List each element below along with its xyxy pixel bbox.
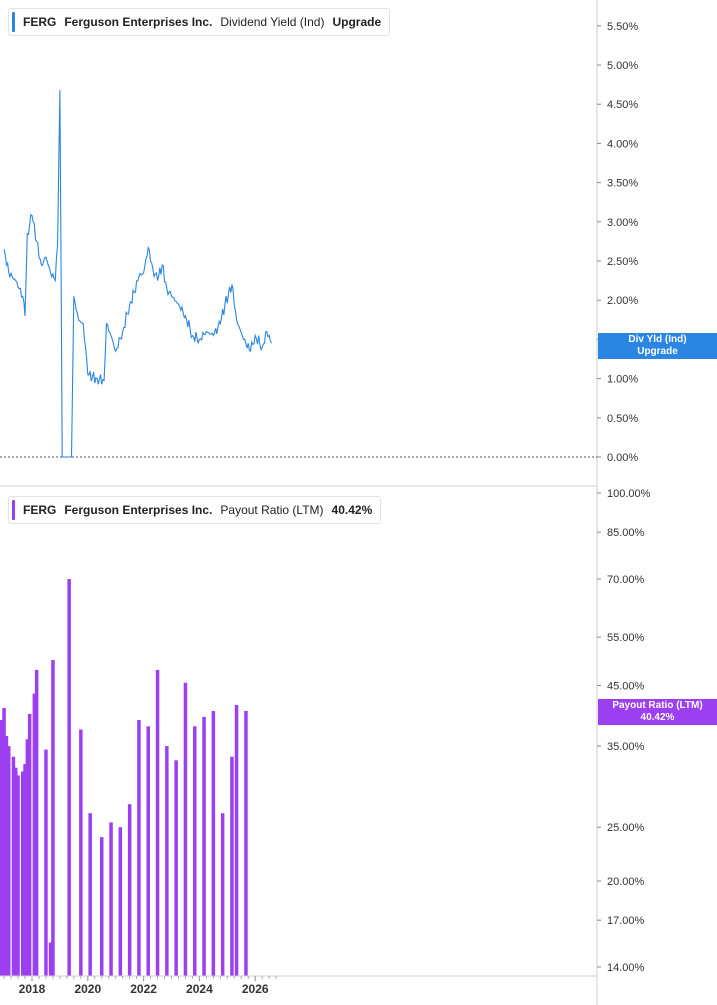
legend-swatch xyxy=(12,12,15,32)
x-tick-label: 2018 xyxy=(19,982,46,996)
legend-company: Ferguson Enterprises Inc. xyxy=(64,503,213,517)
y-tick-label: 20.00% xyxy=(607,876,645,888)
payout-ratio-bar xyxy=(155,669,160,976)
y-tick-label: 45.00% xyxy=(607,681,645,693)
y-tick-label: 2.00% xyxy=(607,295,638,307)
payout-ratio-bar xyxy=(183,682,188,976)
y-tick-label: 4.50% xyxy=(607,99,638,111)
legend-metric: Dividend Yield (Ind) xyxy=(220,15,325,29)
payout-ratio-bar xyxy=(220,813,225,976)
payout-ratio-bar xyxy=(165,746,169,976)
y-tick-label: 70.00% xyxy=(607,574,645,586)
y-tick-label: 17.00% xyxy=(607,915,645,927)
legend-swatch xyxy=(12,500,15,520)
tag-label: Div Yld (Ind) xyxy=(628,334,687,345)
y-tick-label: 5.00% xyxy=(607,60,638,72)
payout-ratio-axis: 14.00% 17.00% 20.00% 25.00% 35.00% 45.00% 55.0… xyxy=(597,488,651,974)
payout-ratio-bar xyxy=(44,749,48,976)
y-tick-label: 25.00% xyxy=(607,822,645,834)
payout-ratio-bar xyxy=(202,716,206,976)
y-tick-label: 5.50% xyxy=(607,21,638,33)
payout-ratio-bar xyxy=(27,713,32,976)
y-tick-label: 3.00% xyxy=(607,217,638,229)
legend-value[interactable]: Upgrade xyxy=(332,15,381,29)
y-tick-label: 55.00% xyxy=(607,632,645,644)
time-axis: 2018 2020 2022 2024 2026 xyxy=(0,975,597,996)
payout-ratio-bar xyxy=(100,837,104,976)
payout-ratio-value-tag: Payout Ratio (LTM) 40.42% xyxy=(598,699,717,725)
payout-ratio-bar xyxy=(118,827,123,976)
dividend-yield-value-tag: Div Yld (Ind) Upgrade xyxy=(598,333,717,359)
y-tick-label: 85.00% xyxy=(607,527,645,539)
y-tick-label: 0.50% xyxy=(607,413,638,425)
tag-value: 40.42% xyxy=(640,712,675,723)
tag-value: Upgrade xyxy=(637,346,678,357)
legend-company: Ferguson Enterprises Inc. xyxy=(64,15,213,29)
dividend-yield-legend[interactable]: FERG Ferguson Enterprises Inc. Dividend … xyxy=(8,8,391,36)
legend-ticker: FERG xyxy=(23,15,57,29)
dividend-yield-series xyxy=(3,90,272,458)
x-tick-label: 2024 xyxy=(186,982,213,996)
legend-metric: Payout Ratio (LTM) xyxy=(220,503,324,517)
y-tick-label: 14.00% xyxy=(607,962,645,974)
y-tick-label: 100.00% xyxy=(607,488,651,500)
payout-ratio-bar xyxy=(34,669,39,976)
payout-ratio-bar xyxy=(109,822,113,976)
y-tick-label: 0.00% xyxy=(607,452,638,464)
payout-ratio-bar xyxy=(244,710,248,976)
payout-ratio-bar xyxy=(234,705,239,976)
payout-ratio-bar xyxy=(146,726,150,976)
payout-ratio-bar xyxy=(67,579,71,976)
payout-ratio-bar xyxy=(137,720,141,976)
tag-label: Payout Ratio (LTM) xyxy=(612,700,703,711)
payout-ratio-bar xyxy=(193,726,197,976)
legend-ticker: FERG xyxy=(23,503,57,517)
payout-ratio-bar xyxy=(127,804,132,976)
payout-ratio-bar xyxy=(51,660,55,976)
x-tick-label: 2022 xyxy=(130,982,157,996)
payout-ratio-legend[interactable]: FERG Ferguson Enterprises Inc. Payout Ra… xyxy=(8,496,382,524)
payout-ratio-series xyxy=(0,579,248,976)
payout-ratio-bar xyxy=(88,813,92,976)
payout-ratio-bar xyxy=(7,746,11,976)
payout-ratio-bar xyxy=(16,775,20,976)
x-tick-label: 2020 xyxy=(74,982,101,996)
payout-ratio-bar xyxy=(230,756,234,976)
y-tick-label: 3.50% xyxy=(607,178,638,190)
y-tick-label: 2.50% xyxy=(607,256,638,268)
legend-value: 40.42% xyxy=(331,503,373,517)
payout-ratio-bar xyxy=(211,710,216,976)
dividend-yield-line xyxy=(3,90,272,458)
y-tick-label: 1.00% xyxy=(607,374,638,386)
x-tick-label: 2026 xyxy=(242,982,269,996)
payout-ratio-bar xyxy=(174,760,178,976)
y-tick-label: 4.00% xyxy=(607,138,638,150)
payout-ratio-bar xyxy=(79,729,83,976)
y-tick-label: 35.00% xyxy=(607,741,645,753)
